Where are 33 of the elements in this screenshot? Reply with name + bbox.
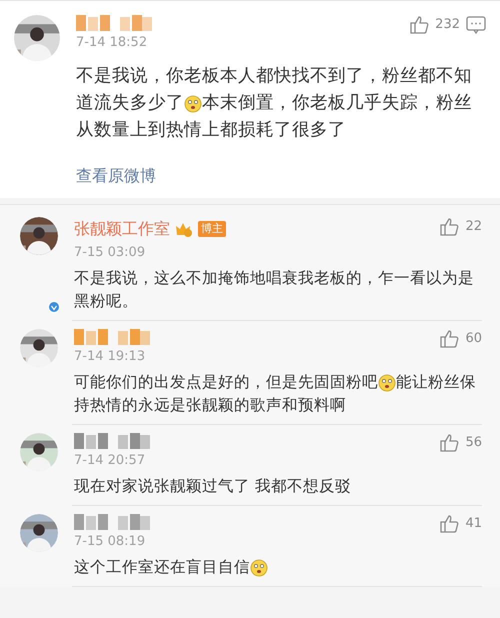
comment-text: 不是我说，你老板本人都快找不到了，粉丝都不知	[76, 65, 472, 88]
like-count: 56	[465, 434, 482, 452]
comment-text: 能让粉丝保	[396, 372, 476, 393]
emoji-icon	[184, 94, 202, 112]
timestamp: 7-15 03:09	[74, 245, 146, 261]
timestamp: 7-15 08:19	[74, 534, 146, 550]
comment-text: 不是我说，这么不加掩饰地唱衰我老板的，乍一看以为是	[74, 268, 474, 289]
timestamp: 7-14 19:13	[74, 349, 146, 365]
comment-icon	[466, 15, 486, 35]
timestamp: 7-14 18:52	[76, 35, 148, 51]
emoji-icon	[378, 374, 396, 392]
like-count: 232	[435, 16, 460, 34]
comment-text: 道流失多少了	[76, 92, 184, 115]
comment-text: 本末倒置，你老板几乎失踪，粉丝	[202, 92, 472, 115]
thumbs-up-icon	[439, 329, 460, 349]
comment-text: 可能你们的出发点是好的，但是先固固粉吧	[74, 372, 378, 393]
thumbs-up-icon	[439, 514, 460, 534]
emoji-icon	[250, 558, 268, 576]
comment-text: 现在对家说张靓颖过气了 我都不想反驳	[74, 476, 351, 497]
like-count: 41	[465, 515, 482, 534]
author-name[interactable]: 张靓颖工作室	[74, 217, 170, 241]
comment-text: 持热情的永远是张靓颖的歌声和预料啊	[74, 395, 346, 416]
thumbs-up-icon	[439, 217, 460, 237]
view-original-link[interactable]: 查看原微博	[76, 164, 156, 188]
like-count: 22	[465, 218, 482, 236]
comment-text: 这个工作室还在盲目自信	[74, 557, 250, 578]
timestamp: 7-14 20:57	[74, 453, 146, 469]
thumbs-up-icon	[439, 433, 460, 453]
thumbs-up-icon	[409, 15, 430, 35]
like-count: 60	[465, 330, 482, 348]
comment-text: 从数量上到热情上都损耗了很多了	[76, 119, 346, 142]
comment-text: 黑粉呢。	[74, 291, 138, 312]
blogger-badge: 博主	[198, 221, 226, 237]
